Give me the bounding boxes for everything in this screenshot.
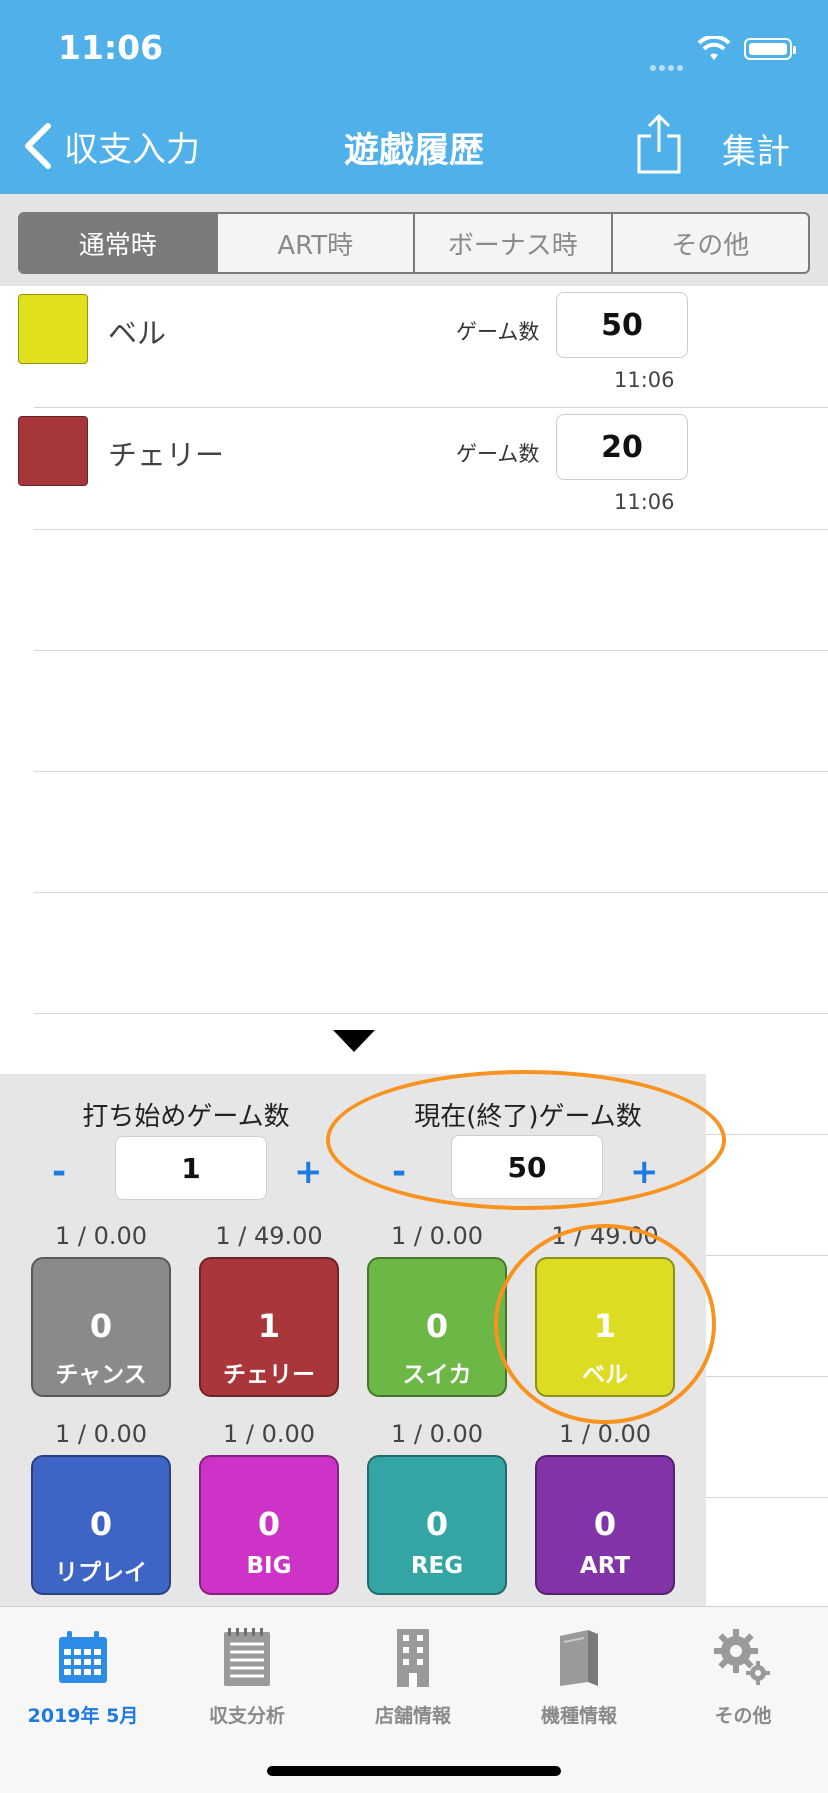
color-swatch — [18, 294, 88, 364]
watermelon-ratio: 1 / 0.00 — [390, 1222, 484, 1250]
list-item[interactable]: ベル ゲーム数 50 11:06 — [0, 286, 828, 407]
color-swatch — [18, 416, 88, 486]
highlight-ring-bell-counter — [494, 1224, 716, 1424]
games-value: 20 — [556, 414, 688, 480]
art-ratio: 1 / 0.00 — [558, 1420, 652, 1448]
replay-ratio: 1 / 0.00 — [54, 1420, 148, 1448]
home-indicator[interactable] — [267, 1766, 561, 1776]
tab-label: 2019年 5月 — [27, 1705, 139, 1727]
replay-counter-button[interactable]: 0 リプレイ — [31, 1455, 171, 1595]
divider — [34, 771, 828, 772]
tab-label: 店舗情報 — [374, 1705, 451, 1727]
start-games-label: 打ち始めゲーム数 — [82, 1102, 290, 1132]
segment-bar: 通常時 ART時 ボーナス時 その他 — [0, 194, 828, 286]
chance-ratio: 1 / 0.00 — [54, 1222, 148, 1250]
segment-art[interactable]: ART時 — [215, 214, 414, 272]
tab-machine-info[interactable]: 機種情報 — [504, 1625, 654, 1728]
highlight-ring-current-games — [326, 1070, 726, 1210]
collapse-panel-arrow-icon[interactable] — [333, 1030, 375, 1052]
notepad-icon — [224, 1628, 270, 1686]
share-icon[interactable] — [636, 112, 682, 176]
counter-label: BIG — [246, 1553, 292, 1579]
counter-count: 0 — [425, 1307, 449, 1345]
tab-calendar[interactable]: 2019年 5月 — [8, 1625, 158, 1728]
watermelon-counter-button[interactable]: 0 スイカ — [367, 1257, 507, 1397]
record-time: 11:06 — [614, 368, 675, 392]
tab-bar: 2019年 5月 収支分析 店舗情報 機種情報 その他 — [0, 1606, 828, 1793]
divider — [34, 650, 828, 651]
big-counter-button[interactable]: 0 BIG — [199, 1455, 339, 1595]
tab-store-info[interactable]: 店舗情報 — [338, 1625, 488, 1728]
segment-other[interactable]: その他 — [610, 214, 809, 272]
cherry-counter-button[interactable]: 1 チェリー — [199, 1257, 339, 1397]
navigation-bar: 11:06 収支入力 遊戯履歴 集計 — [0, 0, 828, 194]
record-name: ベル — [108, 316, 167, 350]
status-time: 11:06 — [58, 28, 164, 67]
counter-count: 1 — [257, 1307, 281, 1345]
tab-other[interactable]: その他 — [668, 1625, 818, 1728]
tab-income-analysis[interactable]: 収支分析 — [172, 1625, 322, 1728]
games-label: ゲーム数 — [456, 442, 540, 466]
book-icon — [560, 1630, 598, 1686]
cherry-ratio: 1 / 49.00 — [215, 1222, 323, 1250]
segment-normal[interactable]: 通常時 — [20, 214, 216, 272]
chance-counter-button[interactable]: 0 チャンス — [31, 1257, 171, 1397]
counter-label: チャンス — [55, 1362, 147, 1388]
battery-icon — [744, 38, 796, 60]
reg-counter-button[interactable]: 0 REG — [367, 1455, 507, 1595]
big-ratio: 1 / 0.00 — [222, 1420, 316, 1448]
record-time: 11:06 — [614, 490, 675, 514]
record-name: チェリー — [108, 438, 225, 472]
divider — [34, 1013, 828, 1014]
cellular-signal-icon — [650, 56, 686, 75]
games-value: 50 — [556, 292, 688, 358]
divider — [34, 892, 828, 893]
counter-count: 0 — [257, 1505, 281, 1543]
calendar-icon — [59, 1631, 107, 1683]
wifi-icon — [697, 36, 731, 60]
segment-bonus[interactable]: ボーナス時 — [413, 214, 611, 272]
games-label: ゲーム数 — [456, 320, 540, 344]
reg-ratio: 1 / 0.00 — [390, 1420, 484, 1448]
mode-segmented-control: 通常時 ART時 ボーナス時 その他 — [18, 212, 810, 274]
tab-label: 収支分析 — [208, 1705, 285, 1727]
gear-icon — [714, 1629, 770, 1685]
start-games-plus-button[interactable]: + — [294, 1152, 323, 1192]
counter-label: チェリー — [223, 1362, 315, 1388]
counter-count: 0 — [425, 1505, 449, 1543]
divider — [34, 529, 828, 530]
counter-label: REG — [410, 1553, 464, 1579]
counter-label: スイカ — [402, 1362, 472, 1388]
tab-label: その他 — [714, 1705, 772, 1727]
counter-count: 0 — [89, 1307, 113, 1345]
tab-label: 機種情報 — [540, 1705, 617, 1727]
counter-label: リプレイ — [55, 1560, 147, 1586]
page-title: 遊戯履歴 — [343, 131, 484, 171]
counter-count: 0 — [593, 1505, 617, 1543]
list-item[interactable]: チェリー ゲーム数 20 11:06 — [0, 408, 828, 529]
start-games-input[interactable]: 1 — [115, 1136, 267, 1200]
art-counter-button[interactable]: 0 ART — [535, 1455, 675, 1595]
start-games-minus-button[interactable]: - — [52, 1152, 66, 1192]
summary-button[interactable]: 集計 — [722, 124, 790, 173]
counter-label: ART — [579, 1553, 631, 1579]
building-icon — [397, 1629, 429, 1687]
counter-count: 0 — [89, 1505, 113, 1543]
